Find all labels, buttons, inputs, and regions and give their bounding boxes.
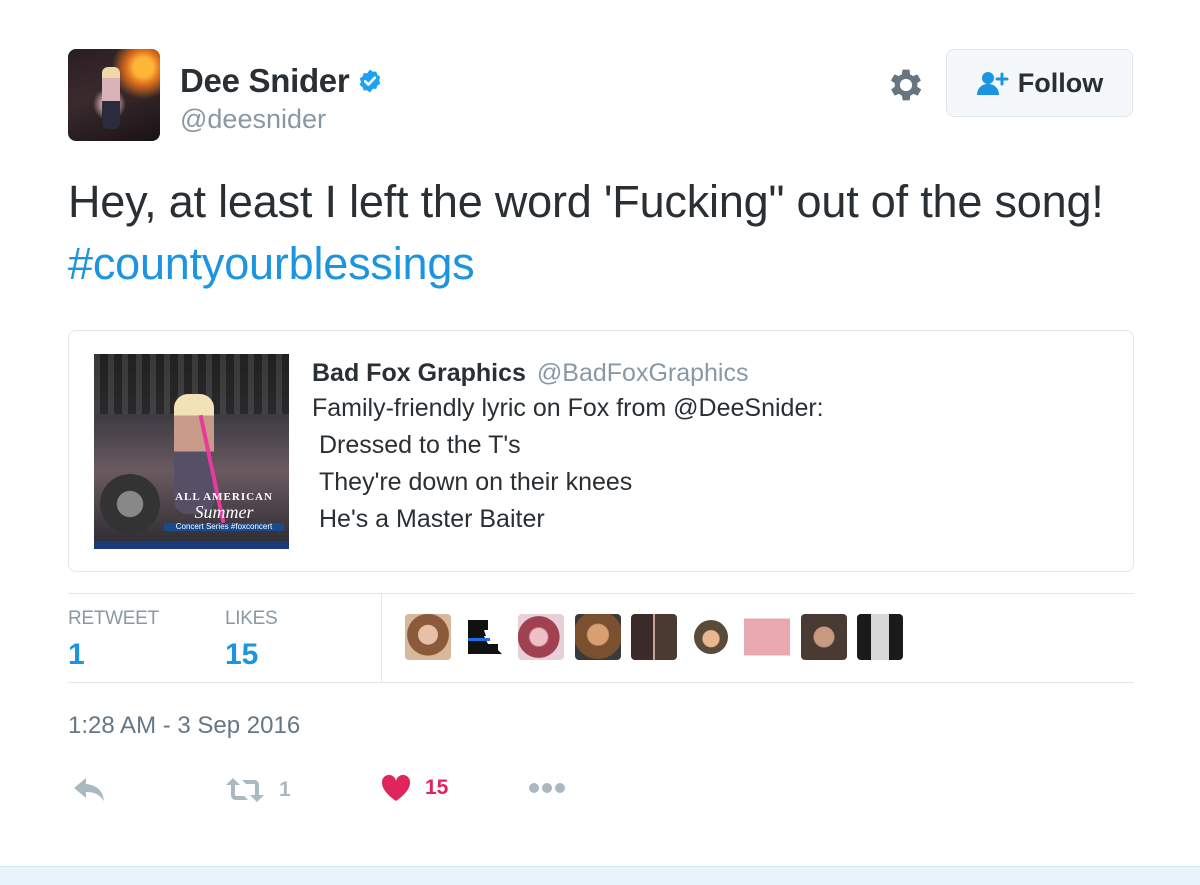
quoted-tweet-body: Bad Fox Graphics @BadFoxGraphics Family-… bbox=[312, 356, 1112, 538]
retweet-button[interactable]: 1 bbox=[225, 776, 291, 804]
liker-avatar[interactable] bbox=[518, 614, 564, 660]
quoted-author-handle[interactable]: @BadFoxGraphics bbox=[537, 359, 749, 387]
quoted-author-name[interactable]: Bad Fox Graphics bbox=[312, 359, 526, 387]
heart-icon bbox=[381, 774, 411, 801]
quoted-tweet-line: Family-friendly lyric on Fox from @DeeSn… bbox=[312, 394, 824, 422]
stats-divider-bottom bbox=[68, 682, 1134, 683]
retweet-stat-value: 1 bbox=[68, 638, 85, 671]
likes-stat-label: LIKES bbox=[225, 608, 278, 629]
reply-button[interactable] bbox=[72, 776, 106, 804]
tweet-body: Hey, at least I left the word 'Fucking" … bbox=[68, 176, 1104, 227]
follow-button-label: Follow bbox=[1017, 67, 1104, 98]
gear-icon[interactable] bbox=[885, 64, 927, 106]
retweet-icon bbox=[226, 778, 264, 802]
retweet-stat[interactable]: RETWEET 1 bbox=[68, 608, 159, 672]
stats-divider-top bbox=[68, 593, 1134, 594]
tweet-text: Hey, at least I left the word 'Fucking" … bbox=[68, 171, 1128, 295]
reply-icon bbox=[74, 778, 104, 801]
hashtag-link[interactable]: #countyourblessings bbox=[68, 238, 475, 289]
more-icon bbox=[529, 783, 565, 793]
like-button[interactable]: 15 bbox=[381, 774, 448, 802]
quoted-tweet-media[interactable]: ALL AMERICAN Summer Concert Series #foxc… bbox=[94, 354, 289, 549]
tweet-actions: 1 15 bbox=[68, 770, 668, 810]
quoted-tweet-header: Bad Fox Graphics @BadFoxGraphics bbox=[312, 356, 1112, 390]
author-display-name[interactable]: Dee Snider bbox=[180, 62, 350, 100]
liker-avatar[interactable] bbox=[574, 614, 621, 660]
liker-avatar[interactable] bbox=[800, 614, 847, 660]
verified-badge-icon bbox=[360, 69, 381, 93]
stats-vertical-divider bbox=[381, 594, 382, 682]
logo-tag: #foxconcert bbox=[230, 522, 273, 531]
quoted-tweet-line: He's a Master Baiter bbox=[319, 505, 545, 533]
author-avatar[interactable] bbox=[68, 49, 160, 141]
liker-avatar[interactable] bbox=[857, 614, 903, 660]
author-name-row[interactable]: Dee Snider bbox=[180, 62, 383, 100]
liker-avatar[interactable] bbox=[405, 614, 451, 660]
like-count: 15 bbox=[425, 776, 449, 799]
retweet-count: 1 bbox=[279, 778, 291, 801]
retweet-stat-label: RETWEET bbox=[68, 608, 159, 629]
liker-avatar[interactable] bbox=[461, 614, 508, 660]
follow-button[interactable]: Follow bbox=[946, 49, 1133, 117]
tweet-timestamp[interactable]: 1:28 AM - 3 Sep 2016 bbox=[68, 712, 300, 740]
logo-series: Concert Series bbox=[175, 522, 229, 531]
reply-composer-strip bbox=[0, 866, 1200, 885]
drum-kit bbox=[100, 474, 160, 534]
liker-avatar[interactable] bbox=[687, 614, 734, 660]
media-bottom-strip bbox=[94, 541, 289, 549]
likes-stat-value: 15 bbox=[225, 638, 259, 671]
concert-logo: ALL AMERICAN Summer Concert Series #foxc… bbox=[164, 492, 284, 542]
add-user-icon bbox=[976, 72, 1009, 95]
quoted-tweet-line: They're down on their knees bbox=[319, 468, 633, 496]
likes-stat[interactable]: LIKES 15 bbox=[225, 608, 278, 672]
quoted-tweet-line: Dressed to the T's bbox=[319, 431, 521, 459]
liker-avatar[interactable] bbox=[744, 614, 790, 660]
logo-line2: Summer bbox=[194, 502, 254, 522]
logo-line3: Concert Series #foxconcert bbox=[164, 523, 284, 531]
author-handle[interactable]: @deesnider bbox=[180, 104, 326, 135]
more-button[interactable] bbox=[528, 778, 568, 798]
liker-avatars bbox=[405, 614, 914, 660]
liker-avatar[interactable] bbox=[631, 614, 677, 660]
quoted-tweet-card[interactable]: ALL AMERICAN Summer Concert Series #foxc… bbox=[68, 330, 1134, 572]
